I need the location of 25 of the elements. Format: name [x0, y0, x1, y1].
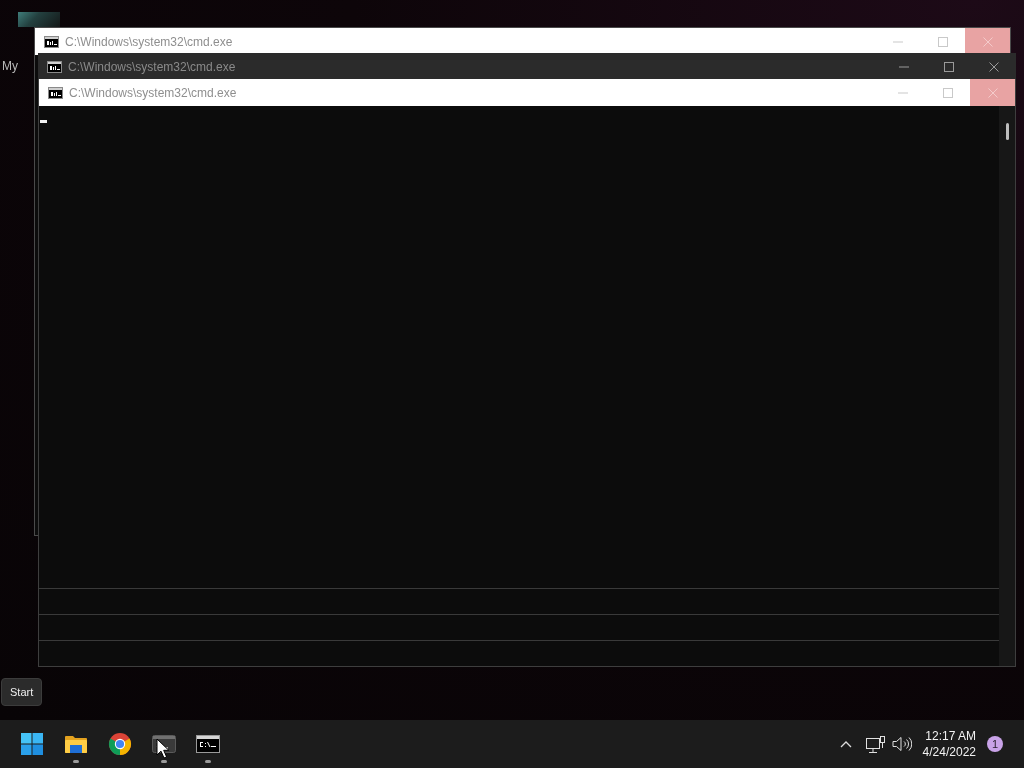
folder-icon[interactable] [64, 734, 88, 754]
browser-icon[interactable] [108, 732, 132, 756]
clock-date[interactable]: 4/24/2022 [922, 744, 976, 760]
start-icon[interactable] [21, 733, 43, 755]
close-button[interactable] [965, 28, 1010, 55]
window-title: C:\Windows\system32\cmd.exe [65, 34, 234, 49]
console-window-icon[interactable] [196, 734, 220, 754]
mouse-pointer-icon [156, 738, 170, 759]
console-icon [44, 35, 59, 48]
notification-badge[interactable]: 1 [987, 736, 1003, 752]
desktop-icon-label[interactable]: My [2, 59, 18, 73]
desktop-shortcut-icon[interactable] [18, 12, 60, 27]
console-icon [48, 86, 63, 99]
window-title: C:\Windows\system32\cmd.exe [68, 59, 237, 74]
clock-time[interactable]: 12:17 AM [925, 728, 976, 744]
window-title: C:\Windows\system32\cmd.exe [69, 85, 238, 100]
start-tooltip: Start [1, 678, 43, 706]
scrollbar-thumb[interactable] [1005, 123, 1009, 140]
close-icon[interactable] [988, 61, 999, 72]
text-cursor-icon [40, 120, 47, 123]
network-icon[interactable] [865, 735, 885, 753]
volume-icon[interactable] [891, 735, 912, 753]
chevron-up-icon[interactable] [839, 740, 852, 748]
maximize-icon[interactable] [943, 61, 954, 72]
console-icon [47, 60, 62, 73]
